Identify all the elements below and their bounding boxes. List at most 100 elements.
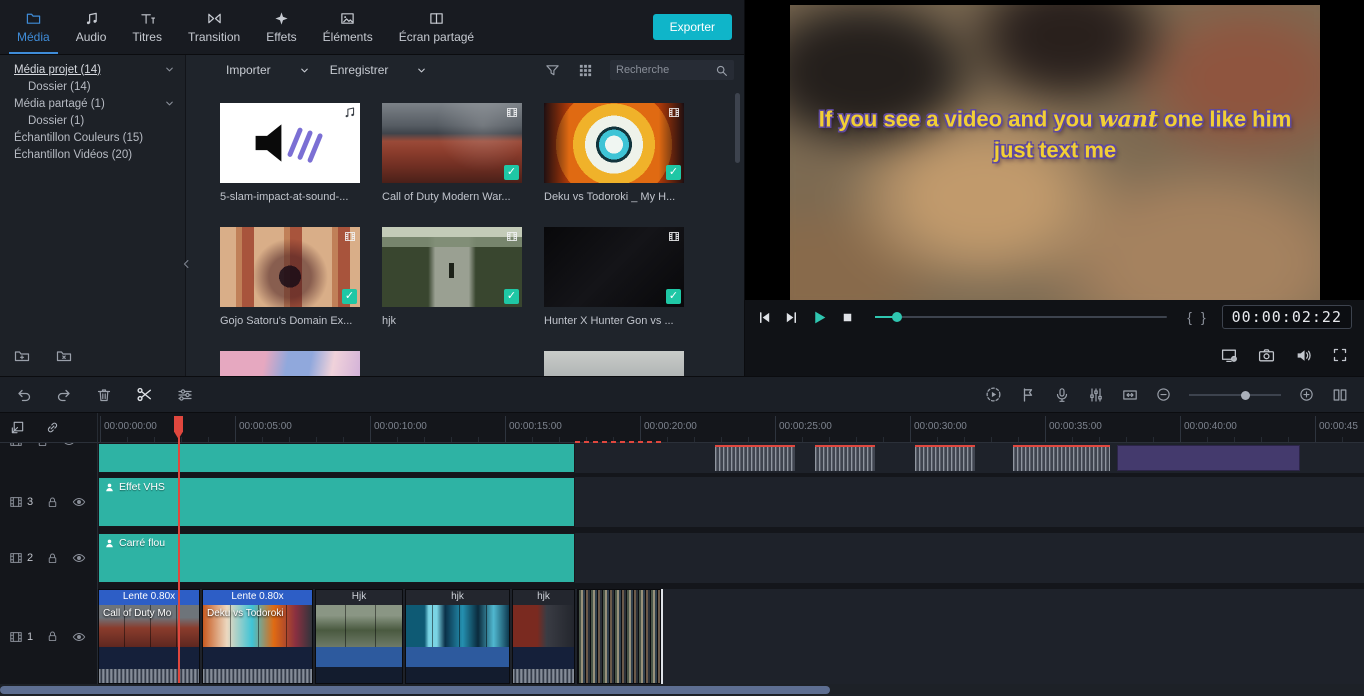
tree-item-sample-colors[interactable]: Échantillon Couleurs (15) (0, 129, 185, 146)
delete-icon[interactable] (96, 387, 112, 403)
media-item-hjk[interactable]: ✓ hjk (382, 227, 522, 327)
lock-track-icon[interactable] (36, 443, 49, 448)
tree-item-project-media[interactable]: Média projet (14) (0, 61, 185, 78)
track-layout-icon[interactable] (1332, 387, 1348, 403)
media-item-gojo[interactable]: ✓ Gojo Satoru's Domain Ex... (220, 227, 360, 327)
redo-icon[interactable] (56, 387, 72, 403)
tree-item-folder-14[interactable]: Dossier (14) (0, 78, 185, 95)
link-clips-icon[interactable] (45, 420, 60, 435)
import-dropdown[interactable]: Importer (216, 63, 320, 77)
track-header-3[interactable]: 3 (0, 477, 97, 527)
tab-elements[interactable]: Éléments (310, 0, 386, 54)
add-to-timeline-icon[interactable] (10, 420, 25, 435)
tab-effects[interactable]: Effets (253, 0, 309, 54)
media-grid-scrollbar[interactable] (735, 93, 740, 163)
video-clip-hjk-2[interactable]: hjk (405, 589, 510, 684)
grid-view-icon[interactable] (578, 63, 593, 78)
effect-clip-vhs[interactable]: Effet VHS (98, 477, 575, 527)
mark-in-out-icon[interactable]: {} (1187, 309, 1205, 325)
tab-transition[interactable]: Transition (175, 0, 253, 54)
snapshot-camera-icon[interactable] (1258, 347, 1275, 364)
lock-track-icon[interactable] (46, 630, 59, 643)
play-icon[interactable] (811, 309, 828, 326)
track-header-partial[interactable] (0, 443, 97, 473)
fullscreen-icon[interactable] (1332, 347, 1348, 363)
audio-clip[interactable] (915, 445, 975, 471)
tab-media[interactable]: Média (4, 0, 63, 54)
timeline-scrollbar[interactable] (0, 684, 1364, 696)
video-clip-cod[interactable]: Lente 0.80x Call of Duty Mo (98, 589, 200, 684)
audio-clip[interactable] (1013, 445, 1110, 471)
video-clip-hjk-1[interactable]: Hjk (315, 589, 403, 684)
voiceover-mic-icon[interactable] (1054, 387, 1070, 403)
advanced-tools-icon[interactable] (177, 387, 193, 403)
toggle-visibility-icon[interactable] (72, 630, 86, 644)
effect-clip-blur[interactable]: Carré flou (98, 533, 575, 583)
export-button[interactable]: Exporter (653, 14, 732, 40)
audio-mixer-icon[interactable] (1088, 387, 1104, 403)
add-folder-icon[interactable] (14, 348, 30, 364)
timeline-ruler[interactable]: 00:00:00:00 00:00:05:00 00:00:10:00 00:0… (98, 413, 1364, 443)
media-item-deku[interactable]: ✓ Deku vs Todoroki _ My H... (544, 103, 684, 203)
video-clip-hjk-3[interactable]: hjk (512, 589, 575, 684)
filter-icon[interactable] (545, 63, 560, 78)
media-item-audio[interactable]: 5-slam-impact-at-sound-... (220, 103, 360, 203)
media-item-hunter[interactable]: ✓ Hunter X Hunter Gon vs ... (544, 227, 684, 327)
zoom-in-icon[interactable] (1299, 387, 1314, 402)
stop-icon[interactable] (840, 310, 855, 325)
tree-item-shared-media[interactable]: Média partagé (1) (0, 95, 185, 112)
timeline-scrollbar-thumb[interactable] (0, 686, 830, 694)
track-header-2[interactable]: 2 (0, 533, 97, 583)
video-text-overlay: If you see a video and you want one like… (790, 106, 1320, 163)
timeline-zoom-slider[interactable] (1189, 389, 1281, 401)
zoom-out-icon[interactable] (1156, 387, 1171, 402)
preview-pane: If you see a video and you want one like… (745, 0, 1364, 376)
delete-folder-icon[interactable] (56, 348, 72, 364)
tab-titles[interactable]: Titres (119, 0, 175, 54)
media-item-cod[interactable]: ✓ Call of Duty Modern War... (382, 103, 522, 203)
title-clip[interactable] (1117, 445, 1300, 471)
timeline-lanes[interactable]: 00:00:00:00 00:00:05:00 00:00:10:00 00:0… (98, 413, 1364, 684)
toggle-visibility-icon[interactable] (62, 443, 76, 448)
previous-frame-icon[interactable] (757, 310, 772, 325)
chevron-down-icon[interactable] (164, 64, 175, 75)
display-settings-icon[interactable] (1221, 347, 1238, 364)
toggle-visibility-icon[interactable] (72, 551, 86, 565)
record-dropdown[interactable]: Enregistrer (320, 63, 438, 77)
toggle-visibility-icon[interactable] (72, 495, 86, 509)
next-frame-icon[interactable] (784, 310, 799, 325)
preview-video-area[interactable]: If you see a video and you want one like… (745, 0, 1364, 300)
fit-timeline-icon[interactable] (1122, 387, 1138, 403)
media-item-partial[interactable] (544, 351, 684, 376)
video-frame: If you see a video and you want one like… (790, 5, 1320, 300)
audio-clip[interactable] (715, 445, 795, 471)
search-input[interactable] (616, 64, 715, 76)
lock-track-icon[interactable] (46, 552, 59, 565)
search-box[interactable] (610, 60, 734, 80)
music-badge-icon (343, 106, 356, 119)
preview-scrubber[interactable] (875, 310, 1167, 324)
render-preview-icon[interactable] (985, 386, 1002, 403)
zoom-slider-knob[interactable] (1241, 391, 1250, 400)
clip-header-label: hjk (513, 590, 574, 605)
volume-icon[interactable] (1295, 347, 1312, 364)
split-scissors-icon[interactable] (136, 386, 153, 403)
tab-split-screen[interactable]: Écran partagé (386, 0, 487, 54)
playhead[interactable] (175, 413, 177, 683)
undo-icon[interactable] (16, 387, 32, 403)
video-clip-deku[interactable]: Lente 0.80x Deku vs Todoroki (202, 589, 313, 684)
tab-audio[interactable]: Audio (63, 0, 120, 54)
tree-item-sample-videos[interactable]: Échantillon Vidéos (20) (0, 146, 185, 163)
effect-clip-partial[interactable] (98, 443, 575, 473)
video-clip-filmstrip[interactable] (577, 589, 661, 684)
lock-track-icon[interactable] (46, 496, 59, 509)
track-header-1[interactable]: 1 (0, 589, 97, 684)
audio-clip[interactable] (815, 445, 875, 471)
scrubber-knob[interactable] (892, 312, 902, 322)
chevron-down-icon[interactable] (164, 98, 175, 109)
tree-item-folder-1[interactable]: Dossier (1) (0, 112, 185, 129)
collapse-panel-icon[interactable] (181, 253, 192, 275)
media-item-partial[interactable] (220, 351, 360, 376)
video-thumbnail: ✓ (544, 227, 684, 307)
marker-flag-icon[interactable] (1020, 387, 1036, 403)
